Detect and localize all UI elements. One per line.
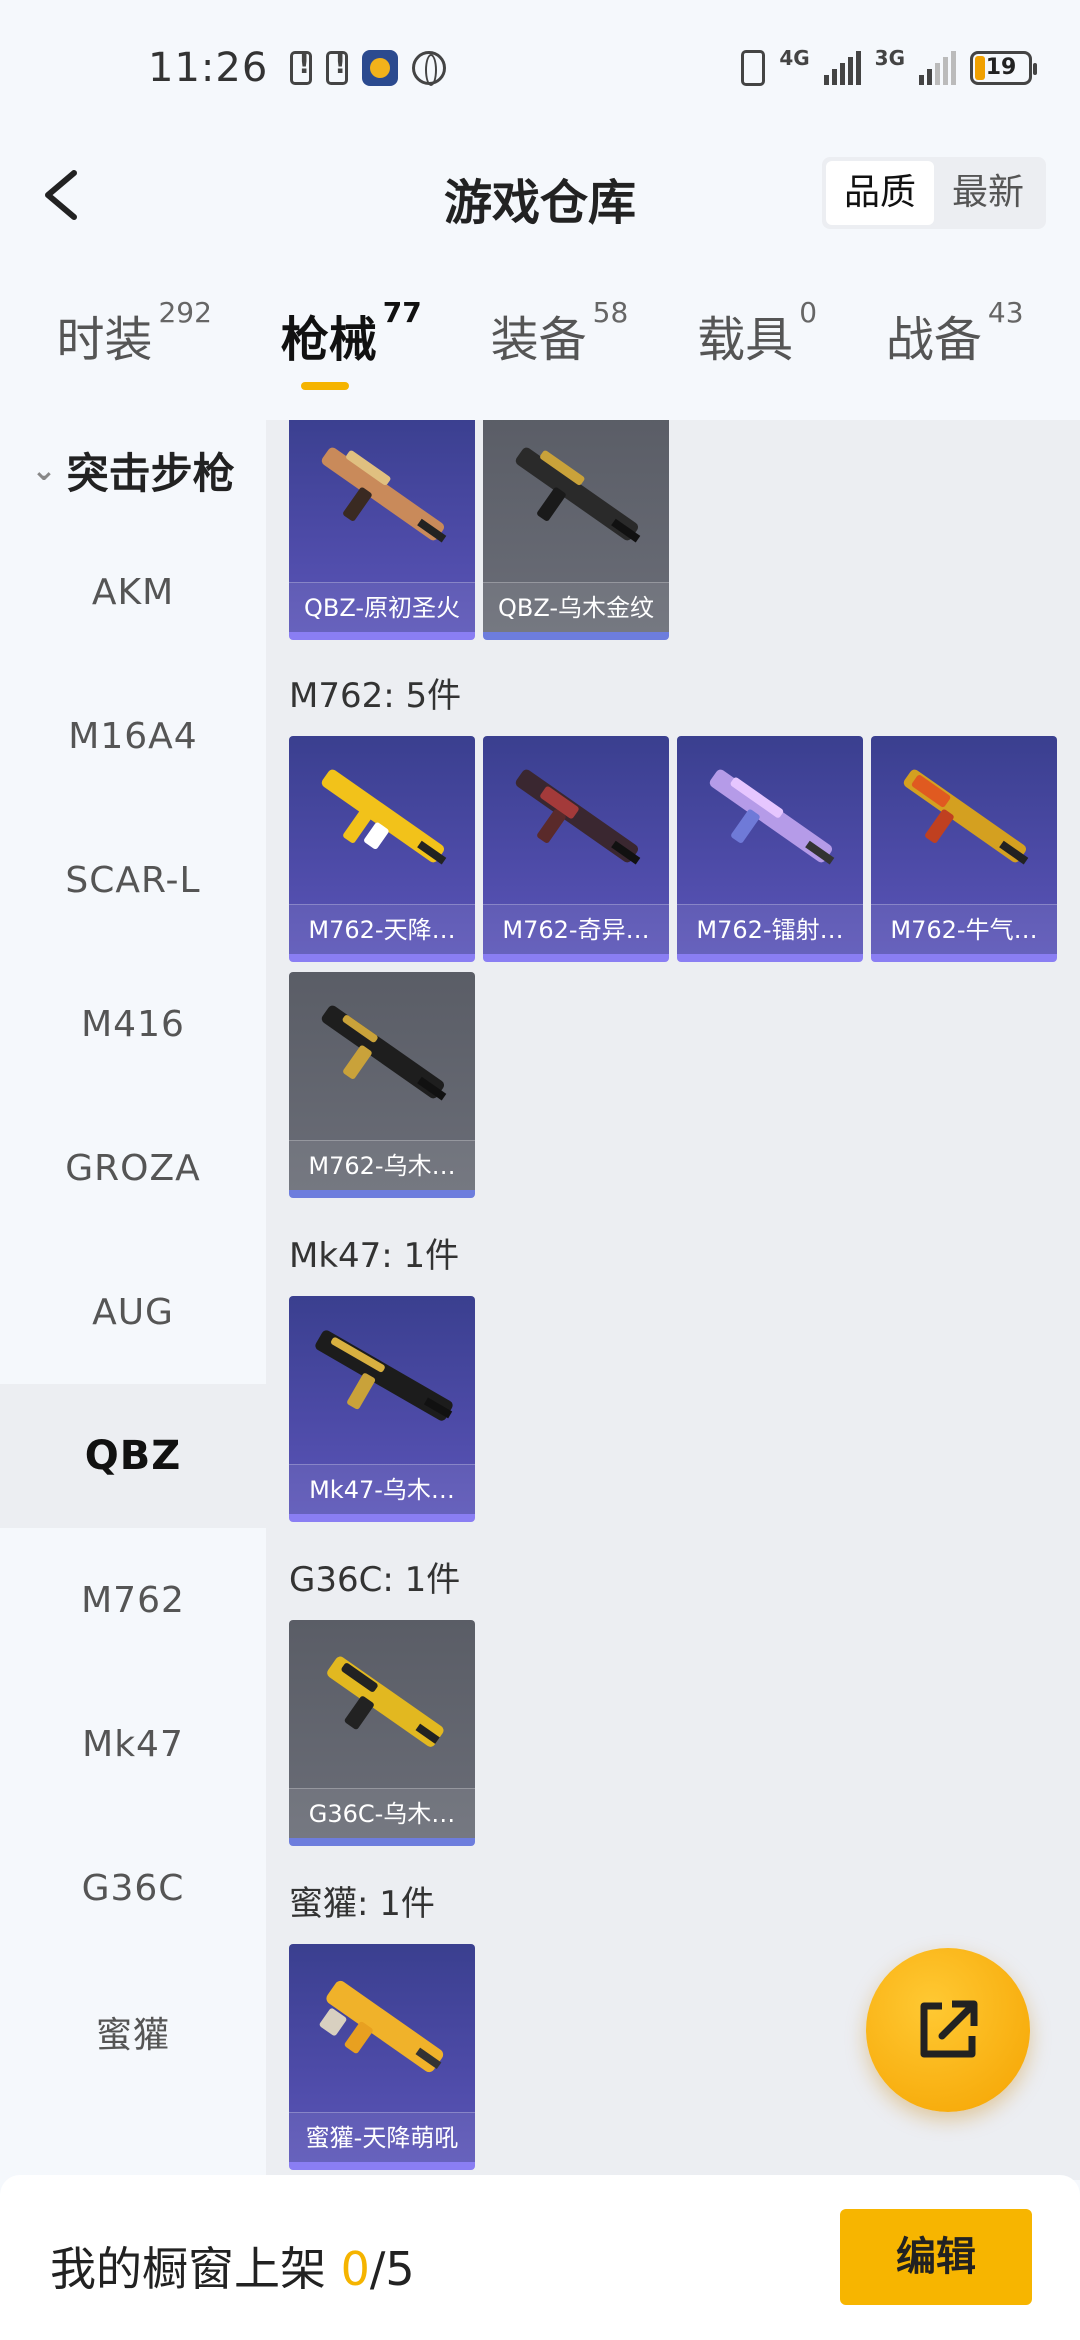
weapon-card[interactable]: QBZ-乌木金纹 (483, 420, 669, 640)
battery-icon: 19 (970, 50, 1037, 85)
category-tabs: 时装 292 枪械 77 装备 58 载具 0 战备 43 (0, 296, 1080, 410)
sidebar-item-aug[interactable]: AUG (0, 1240, 266, 1384)
group-label-honeybadger: 蜜獾: 1件 (289, 1884, 435, 1924)
sort-toggle: 品质 最新 (821, 157, 1046, 229)
sidebar-item-g36c[interactable]: G36C (0, 1816, 266, 1960)
weapon-card-name: M762-牛气… (871, 904, 1057, 954)
sidebar-item-groza[interactable]: GROZA (0, 1096, 266, 1240)
weapon-card-name: M762-乌木… (289, 1140, 475, 1190)
rifle-icon (903, 769, 1029, 865)
weapon-card[interactable]: M762-天降… (289, 736, 475, 962)
tab-active-indicator (301, 382, 350, 390)
sort-quality-button[interactable]: 品质 (825, 161, 934, 225)
rifle-icon (327, 1656, 444, 1747)
weapon-card-name: 蜜獾-天降萌吼 (289, 2112, 475, 2162)
weapon-card-name: M762-奇异… (483, 904, 669, 954)
rifle-icon (515, 447, 641, 543)
app-notification-icon (362, 49, 399, 86)
battery-alert-icon (326, 50, 349, 85)
sidebar-item-m416[interactable]: M416 (0, 952, 266, 1096)
battery-alert-icon (290, 50, 313, 85)
weapon-card[interactable]: M762-牛气… (871, 736, 1057, 962)
rifle-icon (321, 1005, 447, 1101)
group-label-mk47: Mk47: 1件 (289, 1236, 460, 1276)
tab-firearms[interactable]: 枪械 77 (281, 296, 422, 410)
showcase-label: 我的橱窗上架 0/5 (50, 2242, 415, 2296)
group-label-m762: M762: 5件 (289, 676, 462, 716)
weapon-card-name: M762-天降… (289, 904, 475, 954)
weapon-card[interactable]: M762-奇异… (483, 736, 669, 962)
weapon-card[interactable]: 蜜獾-天降萌吼 (289, 1944, 475, 2170)
tab-skins[interactable]: 时装 292 (56, 296, 211, 410)
group-label-g36c: G36C: 1件 (289, 1560, 461, 1600)
tab-vehicles[interactable]: 载具 0 (697, 296, 817, 410)
signal-icon (919, 50, 956, 85)
weapon-card-name: QBZ-原初圣火 (289, 582, 475, 632)
network-4g-label: 4G (779, 45, 810, 70)
weapon-card[interactable]: G36C-乌木… (289, 1620, 475, 1846)
weapon-card-name: M762-镭射… (677, 904, 863, 954)
chevron-down-icon: ⌄ (31, 452, 57, 488)
sidebar-item-scar-l[interactable]: SCAR-L (0, 808, 266, 952)
weapon-card[interactable]: M762-乌木… (289, 972, 475, 1198)
showcase-bar: 我的橱窗上架 0/5 编辑 (0, 2175, 1080, 2340)
rifle-icon (515, 769, 641, 865)
sidebar-item-m16a4[interactable]: M16A4 (0, 664, 266, 808)
showcase-total: /5 (369, 2242, 415, 2296)
globe-icon (412, 50, 447, 86)
weapon-card[interactable]: M762-镭射… (677, 736, 863, 962)
weapon-card[interactable]: QBZ-原初圣火 (289, 420, 475, 640)
sidebar-item-m762[interactable]: M762 (0, 1528, 266, 1672)
edit-button[interactable]: 编辑 (840, 2209, 1032, 2305)
rifle-icon (315, 1330, 453, 1421)
signal-icon (823, 50, 861, 85)
header: 游戏仓库 品质 最新 (0, 135, 1080, 255)
network-3g-label: 3G (874, 45, 905, 70)
share-button[interactable] (866, 1948, 1030, 2112)
vibrate-icon (741, 49, 766, 86)
status-bar: 11:26 4G 3G 19 (0, 0, 1080, 135)
rifle-icon (321, 769, 447, 865)
tab-equipment[interactable]: 装备 58 (491, 296, 629, 410)
weapon-sidebar: ⌄ 突击步枪 AKM M16A4 SCAR-L M416 GROZA AUG QB… (0, 420, 266, 2180)
sidebar-category-header[interactable]: ⌄ 突击步枪 (0, 420, 266, 520)
sidebar-item-qbz[interactable]: QBZ (0, 1384, 266, 1528)
weapon-grid: QBZ-原初圣火 QBZ-乌木金纹 M762: 5件 M762-天降… M762… (266, 420, 1080, 2180)
sidebar-item-honeybadger[interactable]: 蜜獾 (0, 1960, 266, 2104)
weapon-card-name: Mk47-乌木… (289, 1464, 475, 1514)
status-time: 11:26 (148, 44, 269, 91)
tab-supplies[interactable]: 战备 43 (886, 296, 1024, 410)
rifle-icon (321, 447, 447, 543)
weapon-card-name: G36C-乌木… (289, 1788, 475, 1838)
showcase-count: 0 (340, 2242, 370, 2296)
sort-newest-button[interactable]: 最新 (934, 161, 1042, 225)
sidebar-item-akm[interactable]: AKM (0, 520, 266, 664)
weapon-card[interactable]: Mk47-乌木… (289, 1296, 475, 1522)
weapon-card-name: QBZ-乌木金纹 (483, 582, 669, 632)
rifle-icon (319, 1980, 444, 2073)
rifle-icon (709, 769, 835, 865)
external-link-icon (920, 2000, 978, 2058)
sidebar-item-mk47[interactable]: Mk47 (0, 1672, 266, 1816)
